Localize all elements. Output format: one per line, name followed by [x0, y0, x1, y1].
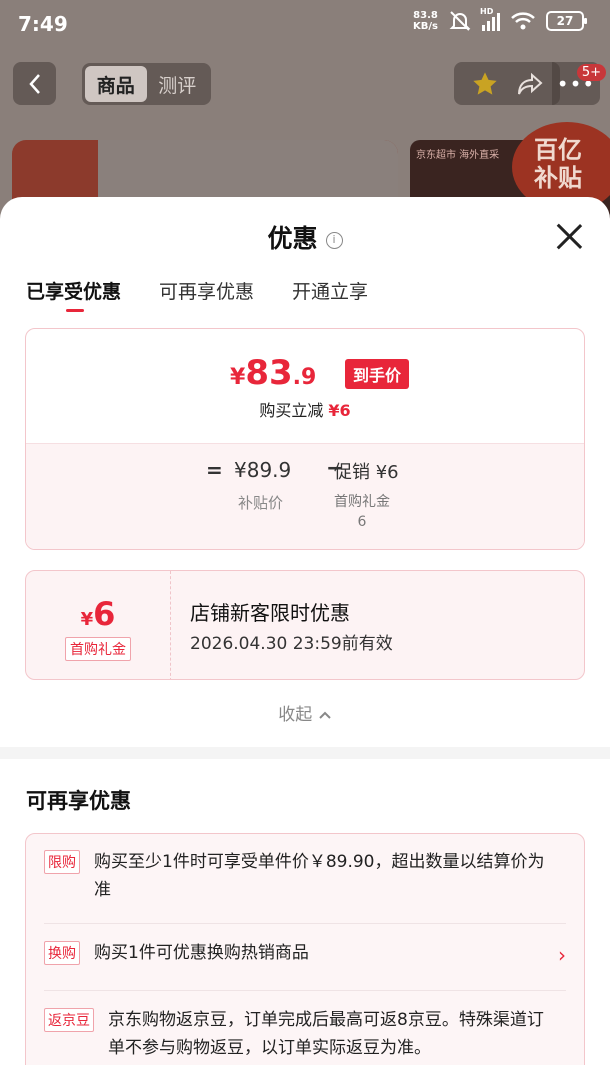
collapse-button[interactable]: 收起 [0, 700, 610, 725]
tab-activate[interactable]: 开通立享 [292, 277, 368, 304]
coupon-value: ¥6 首购礼金 [26, 571, 171, 679]
collapse-label: 收起 [278, 705, 313, 725]
benefit-tag: 限购 [44, 850, 80, 874]
chevron-left-icon [28, 73, 40, 94]
coupon-amount: ¥6 [26, 595, 170, 633]
final-price-decimal: .9 [292, 365, 317, 390]
instant-discount: 购买立减 ¥6 [26, 397, 584, 421]
tab-review[interactable]: 测评 [147, 66, 209, 102]
benefit-tag: 换购 [44, 941, 80, 965]
hd-label: HD [480, 7, 494, 16]
instant-discount-amount: ¥6 [328, 401, 351, 420]
back-button[interactable] [13, 62, 56, 105]
bell-muted-icon [449, 11, 471, 31]
benefit-text: 购买1件可优惠换购热销商品 [94, 943, 309, 963]
battery-icon: 27 [546, 11, 587, 31]
network-speed-value: 83.8 [413, 10, 438, 21]
promo-label: 首购礼金 6 [334, 492, 390, 532]
network-speed: 83.8 KB/s [413, 10, 438, 32]
subsidy-line2: 补贴 [534, 164, 582, 192]
list-item[interactable]: 换购 购买1件可优惠换购热销商品 › [44, 939, 566, 991]
network-speed-unit: KB/s [413, 21, 438, 32]
more-discounts-list: 限购 购买至少1件时可享受单件价￥89.90，超出数量以结算价为准 换购 购买1… [25, 833, 585, 1065]
share-icon[interactable] [516, 71, 544, 97]
equals-sign: = [206, 458, 223, 482]
coupon-currency: ¥ [80, 609, 94, 630]
tab-enjoyed[interactable]: 已享受优惠 [26, 277, 121, 312]
subsidy-price: ¥89.9 [234, 458, 292, 482]
info-icon[interactable]: i [325, 232, 343, 249]
final-price-tag: 到手价 [345, 359, 410, 389]
star-icon[interactable] [471, 70, 499, 98]
product-top-bar: 商品 测评 ••• 5+ [0, 52, 610, 118]
price-formula: = ¥89.9 补贴价 − 促销 ¥6 首购礼金 6 [26, 443, 584, 549]
sheet-title: 优惠 i [0, 219, 610, 255]
price-breakdown: ¥ 83 .9 到手价 购买立减 ¥6 = ¥89.9 补贴价 − 促销 ¥6 … [25, 328, 585, 550]
final-price-currency: ¥ [230, 365, 246, 390]
final-price: ¥ 83 .9 [230, 353, 316, 393]
promo-label-line1: 首购礼金 [334, 494, 390, 510]
benefit-text: 京东购物返京豆，订单完成后最高可返8京豆。特殊渠道订单不参与购物返豆，以订单实际… [108, 1010, 544, 1058]
subsidy-price-label: 补贴价 [238, 494, 284, 512]
cart-badge: 5+ [576, 64, 606, 81]
tab-more-available[interactable]: 可再享优惠 [159, 277, 254, 304]
benefit-text: 购买至少1件时可享受单件价￥89.90，超出数量以结算价为准 [94, 852, 545, 900]
coupon-title: 店铺新客限时优惠 [190, 601, 350, 625]
instant-discount-label: 购买立减 [259, 401, 324, 420]
promo-label-line2: 6 [357, 514, 367, 530]
section-divider [0, 747, 610, 759]
subsidy-line1: 百亿 [534, 136, 582, 164]
close-button[interactable] [556, 223, 582, 249]
list-item: 限购 购买至少1件时可享受单件价￥89.90，超出数量以结算价为准 [44, 848, 566, 924]
coupon-validity: 2026.04.30 23:59前有效 [190, 634, 393, 654]
status-icons: 83.8 KB/s HD 27 [413, 7, 587, 32]
final-price-section: ¥ 83 .9 到手价 购买立减 ¥6 [26, 329, 584, 443]
promo-amount: 促销 ¥6 [334, 462, 399, 483]
discount-tabs: 已享受优惠 可再享优惠 开通立享 [26, 277, 368, 312]
final-price-integer: 83 [245, 353, 293, 393]
list-item: 返京豆 京东购物返京豆，订单完成后最高可返8京豆。特殊渠道订单不参与购物返豆，以… [44, 1006, 566, 1065]
top-actions [454, 62, 560, 105]
status-bar: 7:49 83.8 KB/s HD 27 [0, 0, 610, 52]
more-discounts-title: 可再享优惠 [26, 789, 131, 813]
background-tagline: 京东超市 海外直采 [416, 150, 500, 161]
coupon-amount-value: 6 [93, 595, 116, 633]
sheet-title-text: 优惠 [267, 224, 318, 253]
status-time: 7:49 [18, 12, 68, 36]
chevron-up-icon [318, 711, 331, 719]
discount-sheet: 优惠 i 已享受优惠 可再享优惠 开通立享 ¥ 83 .9 到手价 购买立减 ¥6… [0, 197, 610, 1065]
coupon-card[interactable]: ¥6 首购礼金 店铺新客限时优惠 2026.04.30 23:59前有效 [25, 570, 585, 680]
tab-product[interactable]: 商品 [85, 66, 147, 102]
coupon-tag: 首购礼金 [65, 637, 131, 661]
signal-icon: HD [480, 7, 500, 31]
benefit-tag: 返京豆 [44, 1008, 94, 1032]
chevron-right-icon: › [558, 943, 566, 967]
product-tab-switch: 商品 测评 [82, 63, 211, 105]
wifi-icon [511, 12, 535, 30]
